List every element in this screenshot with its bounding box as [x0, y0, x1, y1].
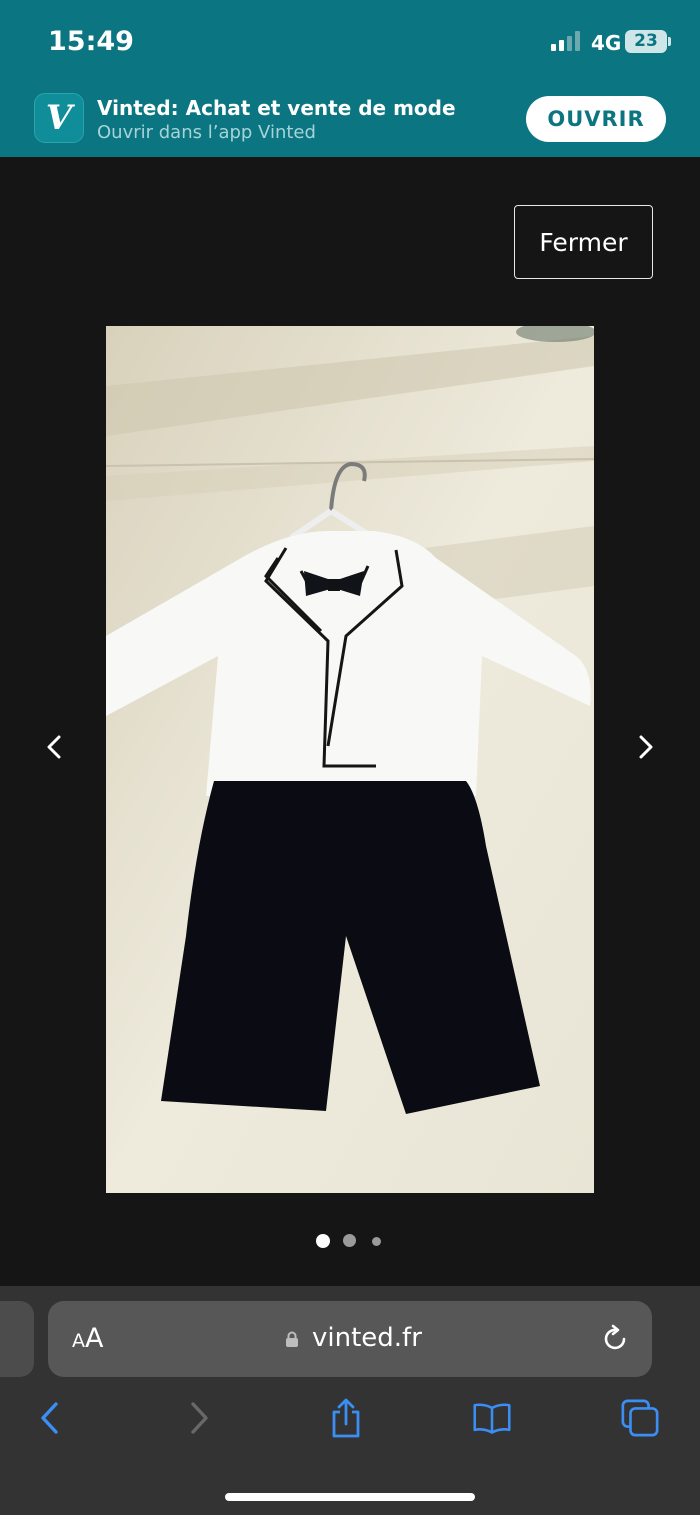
product-photo-image	[106, 326, 594, 1193]
chevron-left-icon	[47, 735, 61, 759]
aa-large-letter: A	[85, 1323, 104, 1354]
previous-tab-preview[interactable]	[0, 1301, 34, 1377]
bookmarks-icon	[473, 1403, 511, 1434]
battery-icon: 23	[625, 30, 667, 53]
reload-icon[interactable]	[599, 1323, 631, 1355]
tabs-icon	[621, 1399, 659, 1437]
forward-icon	[191, 1402, 208, 1434]
photo-pagination[interactable]	[314, 1232, 384, 1250]
product-photo[interactable]	[106, 326, 594, 1193]
address-bar[interactable]: AA vinted.fr	[48, 1301, 652, 1377]
vinted-app-icon[interactable]: V	[34, 93, 84, 143]
forward-button[interactable]	[180, 1396, 220, 1440]
share-button[interactable]	[326, 1396, 366, 1440]
chevron-right-icon	[639, 735, 653, 759]
browser-toolbar: AA vinted.fr	[0, 1286, 700, 1515]
banner-subtitle: Ouvrir dans l’app Vinted	[97, 122, 316, 143]
network-label: 4G	[591, 31, 622, 55]
bookmarks-button[interactable]	[472, 1396, 512, 1440]
signal-icon	[551, 31, 583, 51]
previous-photo-arrow[interactable]	[39, 730, 69, 764]
pagination-dot-1[interactable]	[316, 1234, 330, 1248]
banner-title: Vinted: Achat et vente de mode	[97, 96, 456, 120]
status-time: 15:49	[48, 26, 134, 57]
battery-tip	[668, 37, 671, 46]
back-icon	[41, 1402, 58, 1434]
next-photo-arrow[interactable]	[631, 730, 661, 764]
back-button[interactable]	[29, 1396, 69, 1440]
close-button[interactable]: Fermer	[514, 205, 653, 279]
aa-small-letter: A	[72, 1330, 85, 1352]
reader-options-button[interactable]: AA	[72, 1323, 103, 1354]
open-app-button[interactable]: OUVRIR	[526, 96, 666, 142]
share-icon	[332, 1398, 360, 1438]
url-text: vinted.fr	[312, 1323, 422, 1353]
pagination-dot-2[interactable]	[343, 1234, 356, 1247]
lock-icon	[286, 1331, 298, 1347]
home-indicator	[225, 1493, 475, 1501]
app-banner: 15:49 4G 23 V Vinted: Achat et vente de …	[0, 0, 700, 157]
tabs-button[interactable]	[620, 1396, 660, 1440]
pagination-dot-3[interactable]	[372, 1237, 381, 1246]
